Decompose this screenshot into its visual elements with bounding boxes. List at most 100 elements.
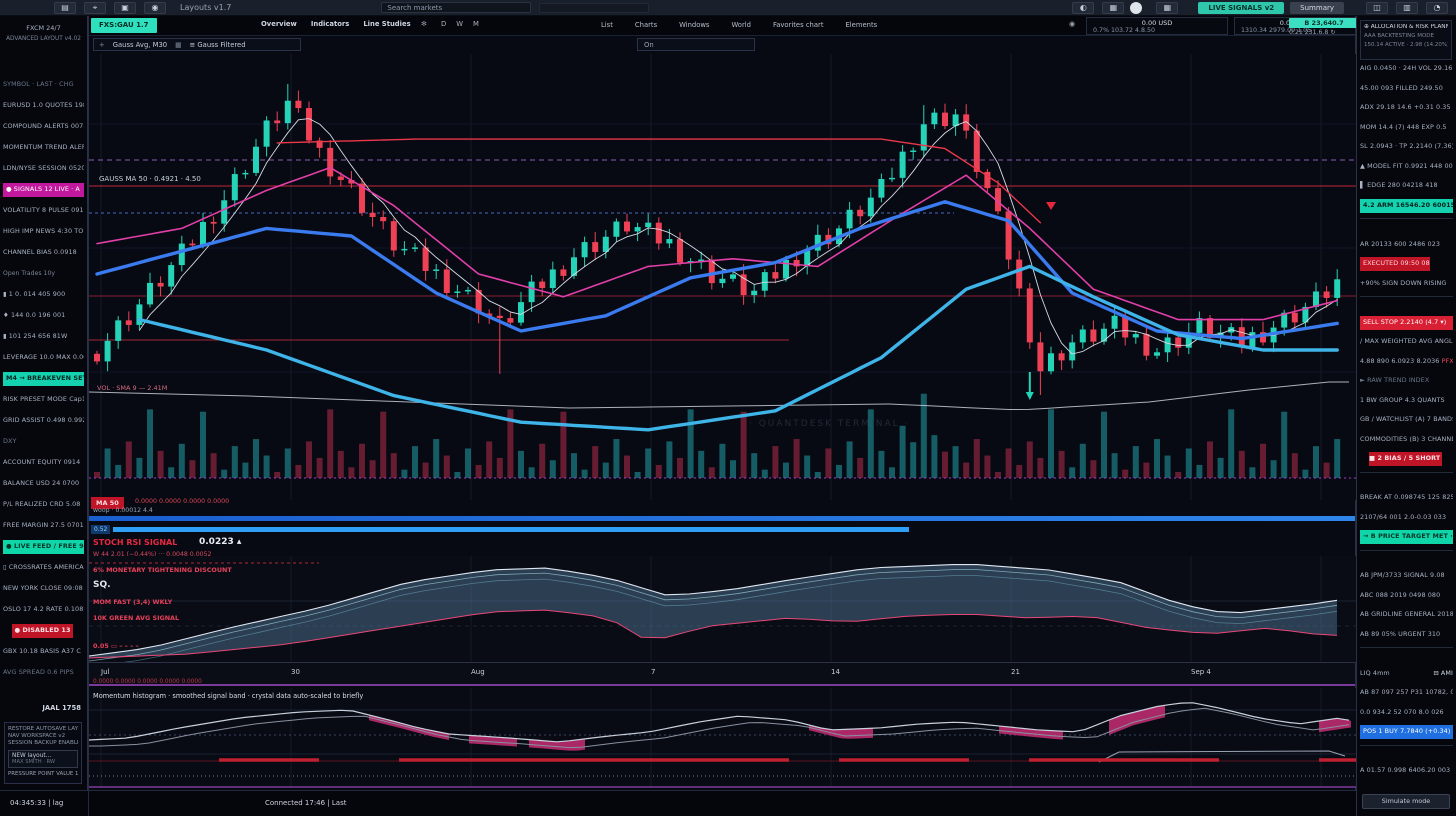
orders-row[interactable]: 1 BW GROUP 4.3 QUANTS (1360, 394, 1453, 408)
orders-row[interactable]: SL 2.0943 · TP 2.2140 (7.36) (1360, 140, 1453, 154)
tab-overview[interactable]: Overview (261, 20, 297, 28)
menu-list[interactable]: List (601, 21, 613, 29)
orders-row[interactable]: AB GRIDLINE GENERAL 2018 (1360, 608, 1453, 622)
orders-row[interactable]: 4.88 890 6.0923 8.2036 PFX/D (1360, 355, 1453, 369)
grid-icon[interactable]: ▦ (1102, 2, 1124, 14)
watchlist-row[interactable]: VOLATILITY 8 PULSE 0915 (3, 204, 84, 218)
watchlist-row[interactable]: RISK PRESET MODE Cap10 (3, 393, 84, 407)
bid-cell[interactable]: 0.00 USD 0.7% 103.72 4.8.50 (1086, 17, 1228, 35)
pin-icon[interactable]: ◉ (144, 2, 166, 14)
apps-icon[interactable]: ▤ (54, 2, 76, 14)
menu-windows[interactable]: Windows (679, 21, 709, 29)
alerts-icon[interactable]: ◔ (1426, 2, 1448, 14)
orders-row[interactable]: POS 1 BUY 7.7840 (+0.34) (1360, 725, 1453, 739)
symbol-badge[interactable]: FXS:GAU 1.7 (91, 18, 157, 33)
watchlist-row[interactable]: ▮ 1 0. 014 405 900 (3, 288, 84, 302)
orders-row[interactable]: 4.2 ARM 16546.20 60015 (1360, 199, 1453, 213)
watchlist-row[interactable]: ACCOUNT EQUITY 0914 (3, 456, 84, 470)
orders-row[interactable]: +90% SIGN DOWN RISING (1360, 277, 1453, 291)
buy-button[interactable]: B 23,640.7 (1289, 18, 1359, 28)
tab-indicators[interactable]: Indicators (311, 20, 350, 28)
watchlist-row[interactable]: GRID ASSIST 0.498 0.992 (3, 414, 84, 428)
layout-input[interactable]: NEW layout… MAX SMITH · RW (8, 750, 78, 768)
orders-row[interactable]: 45.00 093 FILLED 249.50 (1360, 82, 1453, 96)
orders-row[interactable]: AIG 0.0450 · 24H VOL 29.16 (1360, 62, 1453, 76)
watchlist-row[interactable]: AVG SPREAD 0.6 PIPS (3, 666, 84, 680)
orders-row[interactable]: ▲ MODEL FIT 0.9921 448 001 (1360, 160, 1453, 174)
watchlist-row[interactable]: ▮ 101 254 656 81W (3, 330, 84, 344)
watchlist-row[interactable]: BALANCE USD 24 0700 (3, 477, 84, 491)
menu-world[interactable]: World (731, 21, 750, 29)
watchlist-row[interactable]: GBX 10.18 BASIS A37 C (3, 645, 84, 659)
watchlist-row[interactable]: LDN/NYSE SESSION 0520 (3, 162, 84, 176)
target-icon[interactable]: ⌖ (84, 2, 106, 14)
theme-icon[interactable]: ◐ (1072, 2, 1094, 14)
orders-row[interactable]: ► RAW TREND INDEX (1360, 374, 1453, 388)
watchlist-row[interactable]: NEW YORK CLOSE 09:08 (3, 582, 84, 596)
orders-row[interactable]: A 01.57 0.998 6406.20 003 (1360, 764, 1453, 778)
orders-row[interactable]: / MAX WEIGHTED AVG ANGLE (1360, 335, 1453, 349)
watchlist-row[interactable]: ♦ 144 0.0 196 001 (3, 309, 84, 323)
watchlist-row[interactable]: ● SIGNALS 12 LIVE · A (3, 183, 84, 197)
watchlist-row[interactable]: SYMBOL · LAST · CHG (3, 78, 84, 92)
watchlist-row[interactable]: HIGH IMP NEWS 4:30 TODAY (3, 225, 84, 239)
orders-row[interactable]: GB / WATCHLIST (A) 7 BANDS (1360, 413, 1453, 427)
avatar[interactable] (1130, 2, 1142, 14)
watchlist-row[interactable]: EURUSD 1.0 QUOTES 1984 (3, 99, 84, 113)
oscillator-pane[interactable] (89, 688, 1357, 788)
timeframe-w[interactable]: W (456, 20, 463, 28)
orders-row[interactable]: AB 89 05% URGENT 310 (1360, 628, 1453, 642)
orders-row[interactable]: BREAK AT 0.098745 125 825 (1360, 491, 1453, 505)
gear-icon[interactable]: ✻ (421, 20, 427, 28)
chart-icon[interactable]: ▥ (1396, 2, 1418, 14)
summary-button[interactable]: Summary (1290, 2, 1344, 14)
orders-row[interactable]: LIQ 4mm ⊟ AMI (1360, 667, 1453, 681)
orders-row[interactable]: ABC 088 2019 0498 080 (1360, 589, 1453, 603)
watchlist-row[interactable]: LEVERAGE 10.0 MAX 0.001 (3, 351, 84, 365)
watchlist-row[interactable]: M4 → BREAKEVEN SET ✓ (3, 372, 84, 386)
watchlist-row[interactable]: FREE MARGIN 27.5 0701 (3, 519, 84, 533)
live-signals-button[interactable]: LIVE SIGNALS v2 (1198, 2, 1284, 14)
menu-favorites-chart[interactable]: Favorites chart (773, 21, 824, 29)
simulate-mode-button[interactable]: Simulate mode (1362, 794, 1450, 809)
orders-row[interactable]: 2107/64 001 2.0-0.03 033 (1360, 511, 1453, 525)
orders-row[interactable]: AB 87 097 257 P31 10782, 008 (1360, 686, 1453, 700)
watchlist-row[interactable]: CHANNEL BIAS 0.0918 (3, 246, 84, 260)
watchlist-row[interactable]: P/L REALIZED CRD 5.08 (3, 498, 84, 512)
timeframe-m[interactable]: M (473, 20, 479, 28)
grid-layout-icon[interactable]: ▦ (1156, 2, 1178, 14)
orders-row[interactable]: EXECUTED 09:50 08 (1360, 257, 1430, 271)
orders-row[interactable]: AR 20133 600 2486 023 (1360, 238, 1453, 252)
menu-charts[interactable]: Charts (635, 21, 657, 29)
search-input[interactable]: Search markets (381, 2, 531, 13)
on-toggle[interactable]: On (637, 38, 755, 51)
orders-row[interactable]: AB JPM/3733 SIGNAL 9.08 (1360, 569, 1453, 583)
orders-row[interactable]: ADX 29.18 14.6 +0.31 0.35 (1360, 101, 1453, 115)
watchlist-row[interactable]: COMPOUND ALERTS 0078 (3, 120, 84, 134)
orders-row[interactable]: SELL STOP 2.2140 (4.7 ▾) (1360, 316, 1453, 330)
watchlist-row[interactable]: ● LIVE FEED / FREE 90 (3, 540, 84, 554)
orders-row[interactable]: ■ 2 BIAS / 5 SHORT ▲ (1369, 452, 1442, 466)
time-axis[interactable]: 0.0000 0.0000 0.0000 0.0000 0.0000 Jul30… (89, 662, 1355, 686)
orders-row[interactable]: MOM 14.4 (7) 448 EXP 0.5 (1360, 121, 1453, 135)
watchlist-row[interactable]: OSLO 17 4.2 RATE 0.108 (3, 603, 84, 617)
panel-icon[interactable]: ◫ (1366, 2, 1388, 14)
orders-row[interactable]: ▌ EDGE 280 04218 418 (1360, 179, 1453, 193)
watchlist-row[interactable]: ▯ CROSSRATES AMERICAS (3, 561, 84, 575)
price-chart[interactable]: GAUSS MA 50 · 0.4921 · 4.50VOL · SMA 9 —… (89, 54, 1357, 500)
watchlist-row[interactable]: DXY (3, 435, 84, 449)
watchlist-row[interactable]: MOMENTUM TREND ALERT (3, 141, 84, 155)
orders-row[interactable]: COMMODITIES (B) 3 CHANNELS (1360, 433, 1453, 447)
layers-icon[interactable]: ▣ (114, 2, 136, 14)
command-input[interactable] (539, 3, 649, 13)
indicator-box[interactable]: + Gauss Avg, M30 ▦ ≡ Gauss Filtered (93, 38, 301, 51)
timeframe-d[interactable]: D (441, 20, 446, 28)
layout-box-line: SESSION BACKUP ENABLED (8, 740, 78, 747)
orders-row[interactable]: 0.0 934.2 52 070 8.0 026 (1360, 706, 1453, 720)
watchlist-row[interactable]: Open Trades 10y (3, 267, 84, 281)
tab-line-studies[interactable]: Line Studies (363, 20, 410, 28)
watchlist-row[interactable]: ● DISABLED 13 (12, 624, 73, 638)
orders-row[interactable]: → B PRICE TARGET MET · A (1360, 530, 1453, 544)
ribbon-pane[interactable] (89, 556, 1357, 662)
menu-elements[interactable]: Elements (846, 21, 878, 29)
